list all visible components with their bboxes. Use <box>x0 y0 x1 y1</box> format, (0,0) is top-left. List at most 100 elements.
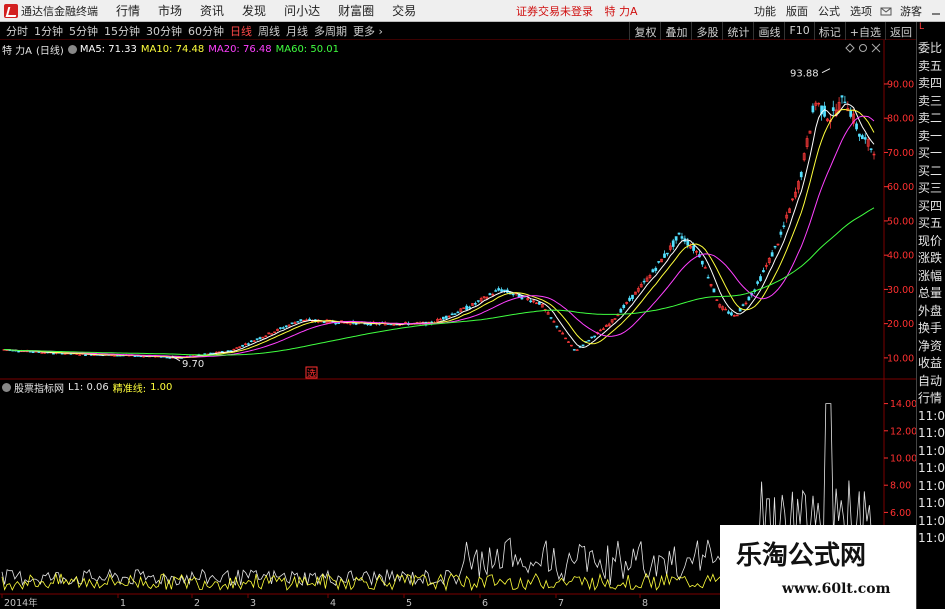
side-label[interactable]: 11:08 <box>917 478 945 496</box>
price-tick-label: 60.00 <box>887 182 914 193</box>
tool-biaoji[interactable]: 标记 <box>813 22 845 40</box>
side-label[interactable]: 买五 <box>917 215 945 233</box>
period-more[interactable]: 更多 › <box>353 23 383 39</box>
side-label[interactable]: 自动 <box>917 373 945 391</box>
side-label[interactable]: 总量 <box>917 285 945 303</box>
menu-wenxiaoda[interactable]: 问小达 <box>284 2 320 19</box>
candle-body <box>779 231 783 235</box>
login-status[interactable]: 证券交易未登录 <box>516 5 593 18</box>
side-label[interactable]: 委比 <box>917 40 945 58</box>
tool-f10[interactable]: F10 <box>784 22 813 40</box>
period-fenshi[interactable]: 分时 <box>6 23 28 39</box>
tool-fuquan[interactable]: 复权 <box>629 22 660 40</box>
chart-area[interactable]: 90.00 80.00 70.00 60.00 50.00 40.00 30.00 20.00… <box>0 40 916 609</box>
tool-zixuan[interactable]: +自选 <box>844 22 885 40</box>
period-5min[interactable]: 5分钟 <box>69 23 98 39</box>
period-15min[interactable]: 15分钟 <box>104 23 140 39</box>
date-tick-label: 8 <box>642 598 648 609</box>
candle-body <box>549 317 553 319</box>
menu-gongshi[interactable]: 公式 <box>818 3 840 19</box>
tool-fanhui[interactable]: 返回 <box>885 22 916 40</box>
candle-body <box>456 311 460 314</box>
side-label[interactable]: 11:08 <box>917 495 945 513</box>
side-label[interactable]: 外盘 <box>917 303 945 321</box>
side-label[interactable]: 11:08 <box>917 460 945 478</box>
tool-huaxian[interactable]: 画线 <box>753 22 784 40</box>
side-label[interactable]: 买三 <box>917 180 945 198</box>
menu-banmian[interactable]: 版面 <box>786 3 808 19</box>
minimize-icon[interactable] <box>930 5 942 17</box>
menu-caifuquan[interactable]: 财富圈 <box>338 2 374 19</box>
candle-body <box>840 95 844 98</box>
side-label[interactable]: 11:08 <box>917 425 945 443</box>
period-daily[interactable]: 日线 <box>230 23 252 39</box>
indicator-tick-label: 12.00 <box>890 426 916 437</box>
tool-duogu[interactable]: 多股 <box>691 22 722 40</box>
side-top-mark: L <box>919 22 925 32</box>
period-60min[interactable]: 60分钟 <box>188 23 224 39</box>
side-label[interactable]: 卖五 <box>917 58 945 76</box>
side-label[interactable]: 卖三 <box>917 93 945 111</box>
candle-body <box>671 240 675 247</box>
candle-body <box>281 327 285 329</box>
candle-body <box>593 335 597 338</box>
menu-shichang[interactable]: 市场 <box>158 2 182 19</box>
side-label[interactable]: 11:08 <box>917 443 945 461</box>
period-weekly[interactable]: 周线 <box>258 23 280 39</box>
menu-xuanxiang[interactable]: 选项 <box>850 3 872 19</box>
candle-body <box>823 105 826 117</box>
side-label[interactable]: 涨跌 <box>917 250 945 268</box>
side-label[interactable]: 11:08 <box>917 408 945 426</box>
side-label[interactable]: 净资 <box>917 338 945 356</box>
side-label[interactable]: 买四 <box>917 198 945 216</box>
side-label[interactable]: 买二 <box>917 163 945 181</box>
menu-faxian[interactable]: 发现 <box>242 2 266 19</box>
candle-body <box>657 261 661 263</box>
candle-body <box>450 313 454 316</box>
menu-gongneng[interactable]: 功能 <box>754 3 776 19</box>
candle-body <box>730 312 733 316</box>
period-30min[interactable]: 30分钟 <box>146 23 182 39</box>
menu-zixun[interactable]: 资讯 <box>200 2 224 19</box>
menu-jiaoyi[interactable]: 交易 <box>392 2 416 19</box>
side-label[interactable]: 11:08 <box>917 513 945 531</box>
date-tick-label: 2014年 <box>4 597 38 609</box>
mail-icon[interactable] <box>880 5 892 17</box>
watermark-title: 乐淘公式网 <box>736 541 867 571</box>
tool-diejia[interactable]: 叠加 <box>660 22 691 40</box>
side-label[interactable]: 涨幅 <box>917 268 945 286</box>
candle-body <box>759 276 762 281</box>
candle-body <box>441 316 445 320</box>
candle-body <box>334 322 338 325</box>
side-label[interactable]: 现价 <box>917 233 945 251</box>
period-monthly[interactable]: 月线 <box>286 23 308 39</box>
user-guest[interactable]: 游客 <box>900 3 922 19</box>
indicator-tick-label: 14.00 <box>890 399 916 410</box>
circle-icon <box>859 44 867 52</box>
side-label[interactable]: 换手 <box>917 320 945 338</box>
candle-body <box>735 314 739 317</box>
tool-tongji[interactable]: 统计 <box>722 22 753 40</box>
indicator-settings-icon[interactable] <box>2 383 11 392</box>
price-tick-label: 20.00 <box>887 319 914 330</box>
candle-body <box>290 322 294 325</box>
side-label[interactable]: 买一 <box>917 145 945 163</box>
indicator-name: 股票指标网 <box>14 384 64 395</box>
candle-body <box>488 293 492 296</box>
candle-body <box>860 135 864 140</box>
side-label[interactable]: 卖二 <box>917 110 945 128</box>
side-label[interactable]: 卖四 <box>917 75 945 93</box>
side-label[interactable]: 行情 <box>917 390 945 408</box>
period-1min[interactable]: 1分钟 <box>34 23 63 39</box>
candle-body <box>831 107 835 112</box>
menu-hangqing[interactable]: 行情 <box>116 2 140 19</box>
candle-body <box>674 236 678 241</box>
candle-body <box>747 296 751 301</box>
side-label[interactable]: 收益 <box>917 355 945 373</box>
indicator-std-label: 精准线: <box>112 384 147 395</box>
side-label[interactable]: 11:08 <box>917 530 945 548</box>
candle-body <box>756 281 759 284</box>
kline-chart[interactable]: 90.00 80.00 70.00 60.00 50.00 40.00 30.00 20.00… <box>0 40 916 609</box>
period-multi[interactable]: 多周期 <box>314 23 347 39</box>
side-label[interactable]: 卖一 <box>917 128 945 146</box>
